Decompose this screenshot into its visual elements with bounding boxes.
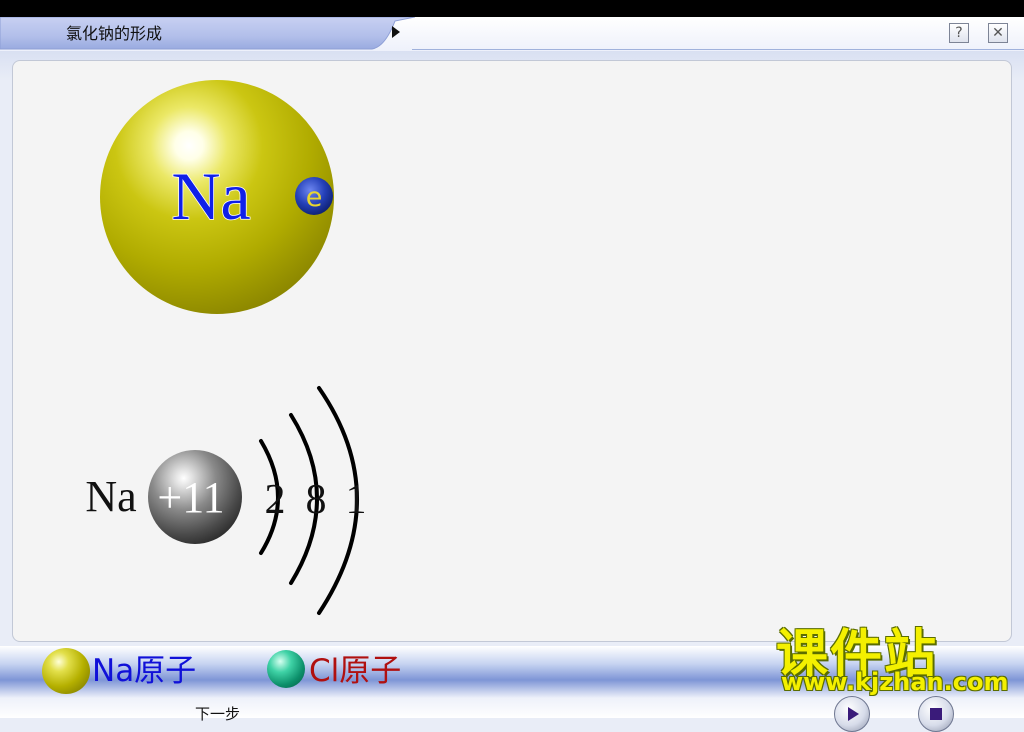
cl-atom-button[interactable]: Cl原子	[309, 645, 401, 690]
window-title: 氯化钠的形成	[66, 24, 163, 43]
title-divider	[412, 49, 1024, 50]
play-icon	[848, 707, 859, 721]
title-tab-shape	[0, 17, 415, 50]
stage-drawing: Na e Na +11 2 8 1	[85, 80, 367, 615]
na-legend-ball-icon[interactable]	[42, 648, 90, 694]
electron: e	[295, 177, 333, 215]
stop-button[interactable]	[918, 696, 954, 732]
nucleus-charge: +11	[157, 473, 224, 522]
help-button[interactable]: ?	[949, 23, 969, 43]
close-button[interactable]: ✕	[988, 23, 1008, 43]
electron-label: e	[306, 182, 323, 213]
atomic-structure-diagram: Na +11 2 8 1	[85, 386, 367, 615]
animation-stage: Na e Na +11 2 8 1	[12, 60, 1012, 642]
diagram-element-symbol: Na	[85, 472, 136, 521]
na-atom-button[interactable]: Na原子	[92, 645, 196, 690]
stop-icon	[930, 708, 942, 720]
top-black-bar	[0, 0, 1024, 17]
title-bar: 氯化钠的形成 ? ✕	[0, 17, 1024, 51]
shell-count-2: 8	[306, 477, 327, 523]
shell-count-1: 2	[265, 477, 286, 523]
play-arrow-icon[interactable]	[392, 26, 400, 38]
site-url: www.kjzhan.com	[781, 668, 1009, 696]
play-button[interactable]	[834, 696, 870, 732]
cl-legend-ball-icon[interactable]	[267, 650, 305, 688]
next-step-button[interactable]: 下一步	[195, 703, 240, 724]
atom-symbol: Na	[171, 158, 250, 234]
shell-count-3: 1	[346, 477, 367, 523]
